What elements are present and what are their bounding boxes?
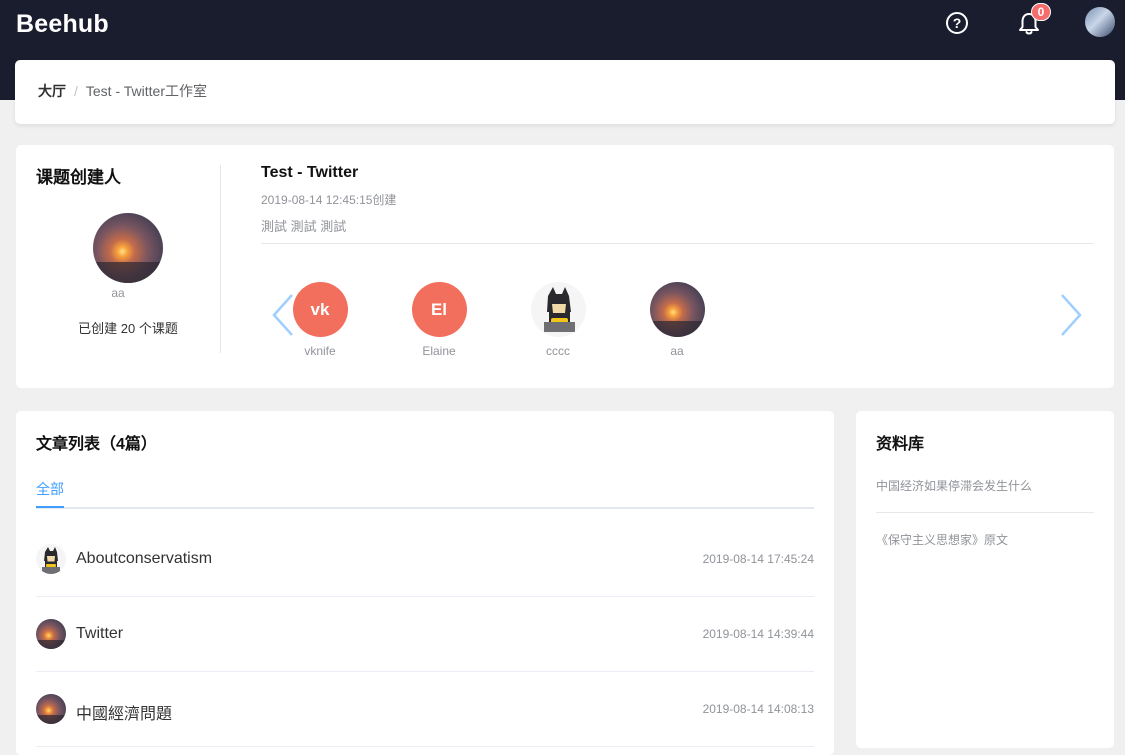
library-item[interactable]: 中国经济如果停滞会发生什么 [876,477,1094,494]
batman-icon [530,282,586,337]
tab-active-indicator [36,506,64,508]
breadcrumb-home[interactable]: 大厅 [38,83,66,99]
breadcrumb: 大厅 / Test - Twitter工作室 [38,81,207,101]
member-item[interactable]: El Elaine [399,282,479,358]
member-avatar: vk [292,282,348,337]
articles-title: 文章列表（4篇） [36,436,157,453]
library-title: 资料库 [876,436,925,453]
notification-badge: 0 [1031,3,1051,21]
creator-name: aa [111,286,125,300]
library-divider [876,512,1094,513]
topic-title: Test - Twitter [261,164,359,181]
member-item[interactable]: aa [637,282,717,358]
app-logo[interactable]: Beehub [16,10,109,39]
member-name: vknife [304,344,336,358]
creator-avatar[interactable] [93,213,163,283]
article-row[interactable]: 中國經濟問題 2019-08-14 14:08:13 [36,672,814,747]
article-time: 2019-08-14 14:39:44 [702,627,814,641]
member-item[interactable]: vk vknife [280,282,360,358]
article-avatar [36,619,66,649]
breadcrumb-current: Test - Twitter工作室 [85,83,207,99]
article-row[interactable]: Aboutconservatism 2019-08-14 17:45:24 [36,522,814,597]
member-name: Elaine [422,344,456,358]
user-avatar[interactable] [1085,7,1115,37]
topic-description: 測試 測試 測試 [261,219,347,234]
member-item[interactable]: cccc [518,282,598,358]
batman-icon [36,544,66,574]
article-row[interactable]: Twitter 2019-08-14 14:39:44 [36,597,814,672]
creator-section-title: 课题创建人 [36,168,121,187]
member-name: aa [670,344,684,358]
breadcrumb-card: 大厅 / Test - Twitter工作室 [15,60,1115,124]
tabs-bar [36,507,814,509]
member-avatar-photo [649,282,705,337]
creator-topic-count: 已创建 20 个课题 [78,321,178,336]
topic-info-card: 课题创建人 aa 已创建 20 个课题 Test - Twitter 2019-… [16,145,1114,388]
member-avatar: El [411,282,467,337]
carousel-next-arrow-icon[interactable] [1058,293,1084,337]
article-time: 2019-08-14 17:45:24 [702,552,814,566]
article-time: 2019-08-14 14:08:13 [702,702,814,716]
library-card: 资料库 中国经济如果停滞会发生什么 《保守主义思想家》原文 [856,411,1114,748]
vertical-divider [220,165,221,353]
article-title[interactable]: Twitter [76,625,123,643]
breadcrumb-separator: / [74,83,78,99]
articles-card: 文章列表（4篇） 全部 Aboutconservatism 2019-08-14… [16,411,834,755]
tab-all[interactable]: 全部 [36,479,64,509]
member-name: cccc [546,344,570,358]
article-title[interactable]: Aboutconservatism [76,550,212,568]
topic-created-date: 2019-08-14 12:45:15创建 [261,193,397,207]
help-icon[interactable]: ? [946,12,968,34]
horizontal-divider [261,243,1094,244]
article-avatar [36,694,66,724]
article-title[interactable]: 中國經濟問題 [76,700,172,724]
library-item[interactable]: 《保守主义思想家》原文 [876,531,1094,548]
